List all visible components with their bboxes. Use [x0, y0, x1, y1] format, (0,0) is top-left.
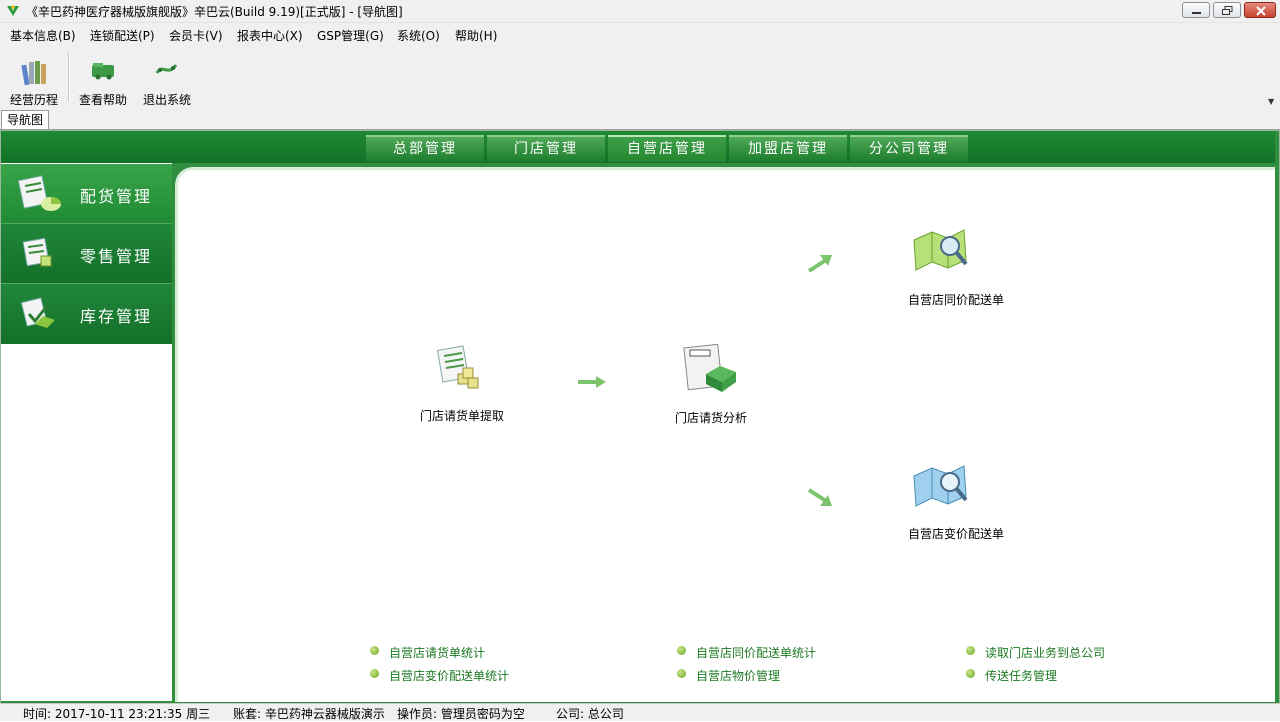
- toolbar-separator: [68, 52, 70, 102]
- tab-branch-company[interactable]: 分公司管理: [850, 135, 968, 162]
- side-item-retail-label: 零售管理: [80, 247, 153, 266]
- exit-icon: [155, 64, 178, 74]
- minimize-icon: [1192, 12, 1201, 14]
- map-search-blue-icon: [913, 465, 968, 507]
- side-item-inventory[interactable]: 库存管理: [1, 284, 172, 344]
- minimize-button[interactable]: [1182, 2, 1210, 18]
- business-history-label: 经营历程: [9, 93, 58, 107]
- title-bar: 《辛巴药神医疗器械版旗舰版》辛巴云(Build 9.19)[正式版] - [导航…: [0, 0, 1280, 23]
- help-folder-icon: [92, 63, 114, 80]
- tab-self-operated-store[interactable]: 自营店管理: [608, 135, 726, 162]
- inventory-icon: [20, 297, 55, 328]
- tab-navigation-map[interactable]: 导航图: [1, 110, 49, 129]
- map-search-green-icon: [913, 229, 968, 271]
- link-transfer-task-management[interactable]: 传送任务管理: [985, 667, 1057, 684]
- menu-help[interactable]: 帮助(H): [455, 27, 497, 44]
- flow-request-analysis[interactable]: 门店请货分析: [664, 340, 758, 426]
- side-item-distribution-label: 配货管理: [80, 187, 153, 206]
- app-logo-icon: [7, 5, 19, 16]
- arrow-right-icon: [578, 376, 606, 388]
- flow-request-extract-label: 门店请货单提取: [419, 409, 504, 423]
- flow-changed-price-delivery-label: 自营店变价配送单: [907, 527, 1004, 541]
- analysis-box-icon: [683, 343, 736, 392]
- link-read-store-business[interactable]: 读取门店业务到总公司: [985, 644, 1105, 661]
- menu-chain-delivery[interactable]: 连锁配送(P): [90, 27, 155, 44]
- menu-system[interactable]: 系统(O): [397, 27, 440, 44]
- flow-changed-price-delivery[interactable]: 自营店变价配送单: [898, 458, 1014, 544]
- bullet-icon: [677, 669, 686, 678]
- flow-request-extract[interactable]: 门店请货单提取: [410, 340, 514, 426]
- status-account: 账套: 辛巴药神云器械版演示: [233, 707, 385, 721]
- status-company: 公司: 总公司: [556, 707, 624, 721]
- bullet-icon: [966, 669, 975, 678]
- flow-same-price-delivery[interactable]: 自营店同价配送单: [898, 222, 1014, 308]
- bullet-icon: [370, 646, 379, 655]
- side-item-distribution[interactable]: 配货管理: [1, 164, 172, 224]
- menu-gsp[interactable]: GSP管理(G): [317, 27, 384, 44]
- window-title: 《辛巴药神医疗器械版旗舰版》辛巴云(Build 9.19)[正式版] - [导航…: [26, 5, 403, 19]
- document-tab-strip: [0, 109, 1280, 130]
- status-time: 时间: 2017-10-11 23:21:35 周三: [23, 707, 211, 721]
- tab-store[interactable]: 门店管理: [487, 135, 605, 162]
- restore-button[interactable]: [1213, 2, 1241, 18]
- toolbar-overflow-icon[interactable]: ▼: [1268, 97, 1274, 106]
- side-item-retail[interactable]: 零售管理: [1, 224, 172, 284]
- flow-content-area: [175, 167, 1275, 702]
- view-help-button[interactable]: 查看帮助: [76, 51, 130, 107]
- menu-basic-info[interactable]: 基本信息(B): [10, 27, 76, 44]
- books-icon: [21, 61, 46, 86]
- link-request-statistics[interactable]: 自营店请货单统计: [389, 644, 485, 661]
- link-changed-price-statistics[interactable]: 自营店变价配送单统计: [389, 667, 509, 684]
- menu-report-center[interactable]: 报表中心(X): [237, 27, 303, 44]
- restore-icon: [1222, 6, 1233, 15]
- menu-bar: 基本信息(B) 连锁配送(P) 会员卡(V) 报表中心(X) GSP管理(G) …: [0, 23, 1280, 47]
- flow-same-price-delivery-label: 自营店同价配送单: [907, 293, 1004, 307]
- request-sheet-icon: [436, 345, 479, 389]
- exit-system-button[interactable]: 退出系统: [140, 51, 194, 107]
- bullet-icon: [677, 646, 686, 655]
- link-same-price-statistics[interactable]: 自营店同价配送单统计: [696, 644, 816, 661]
- flow-request-analysis-label: 门店请货分析: [674, 411, 747, 425]
- tab-headquarters[interactable]: 总部管理: [366, 135, 484, 162]
- tab-franchise-store[interactable]: 加盟店管理: [729, 135, 847, 162]
- arrow-down-right-icon: [807, 488, 832, 506]
- retail-icon: [22, 237, 52, 267]
- bullet-icon: [370, 669, 379, 678]
- distribution-icon: [17, 175, 61, 211]
- close-icon: [1256, 6, 1266, 16]
- side-item-inventory-label: 库存管理: [80, 307, 153, 326]
- status-bar: 时间: 2017-10-11 23:21:35 周三 账套: 辛巴药神云器械版演…: [0, 703, 1280, 721]
- arrow-up-right-icon: [807, 255, 832, 273]
- status-operator: 操作员: 管理员密码为空: [397, 707, 525, 721]
- bullet-icon: [966, 646, 975, 655]
- menu-member-card[interactable]: 会员卡(V): [169, 27, 223, 44]
- exit-system-label: 退出系统: [142, 93, 191, 107]
- view-help-label: 查看帮助: [78, 93, 127, 107]
- link-price-management[interactable]: 自营店物价管理: [696, 667, 780, 684]
- close-button[interactable]: [1244, 2, 1276, 18]
- business-history-button[interactable]: 经营历程: [6, 51, 62, 107]
